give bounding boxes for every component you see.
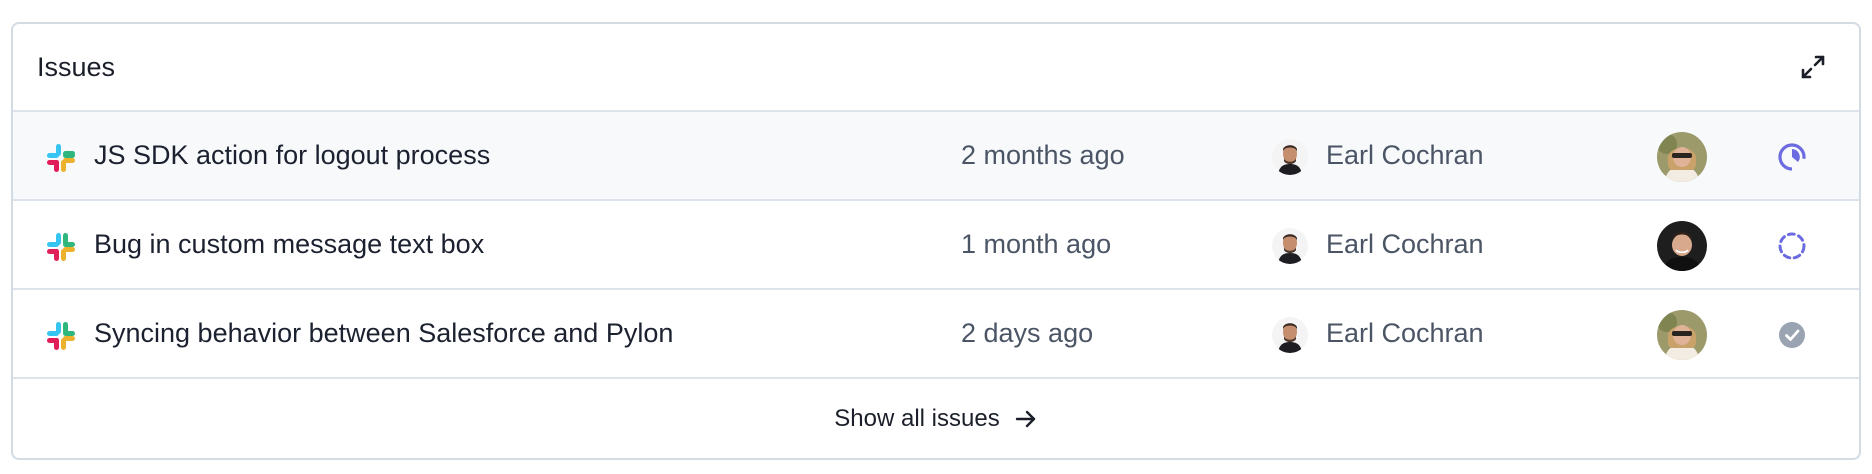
slack-icon — [47, 322, 75, 350]
card-title: Issues — [37, 51, 116, 82]
expand-button[interactable] — [1793, 47, 1833, 87]
issue-time: 2 months ago — [961, 140, 1125, 170]
issue-title[interactable]: JS SDK action for logout process — [94, 140, 490, 171]
assignee-avatar — [1272, 139, 1308, 175]
done-check-icon[interactable] — [1777, 320, 1807, 350]
pending-icon[interactable] — [1777, 231, 1807, 261]
issues-card: Issues JS SDK action for logout process … — [11, 22, 1861, 460]
show-all-issues-button[interactable]: Show all issues — [13, 379, 1859, 458]
issue-time: 1 month ago — [961, 229, 1112, 259]
issue-row[interactable]: Bug in custom message text box 1 month a… — [13, 201, 1859, 290]
expand-icon — [1801, 55, 1825, 79]
customer-avatar — [1657, 221, 1707, 271]
assignee-avatar — [1272, 228, 1308, 264]
issue-title[interactable]: Bug in custom message text box — [94, 229, 484, 260]
arrow-right-icon — [1014, 407, 1038, 431]
customer-avatar — [1657, 310, 1707, 360]
show-all-issues-label: Show all issues — [834, 405, 1000, 432]
slack-icon — [47, 233, 75, 261]
customer-avatar — [1657, 132, 1707, 182]
assignee-name: Earl Cochran — [1326, 229, 1484, 259]
assignee-name: Earl Cochran — [1326, 318, 1484, 348]
issue-title[interactable]: Syncing behavior between Salesforce and … — [94, 318, 673, 349]
assignee-avatar — [1272, 317, 1308, 353]
issue-time: 2 days ago — [961, 318, 1094, 348]
card-header: Issues — [13, 24, 1859, 112]
slack-icon — [47, 144, 75, 172]
in-progress-icon[interactable] — [1777, 142, 1807, 172]
issue-row[interactable]: JS SDK action for logout process 2 month… — [13, 112, 1859, 201]
assignee-name: Earl Cochran — [1326, 140, 1484, 170]
issue-row[interactable]: Syncing behavior between Salesforce and … — [13, 290, 1859, 379]
